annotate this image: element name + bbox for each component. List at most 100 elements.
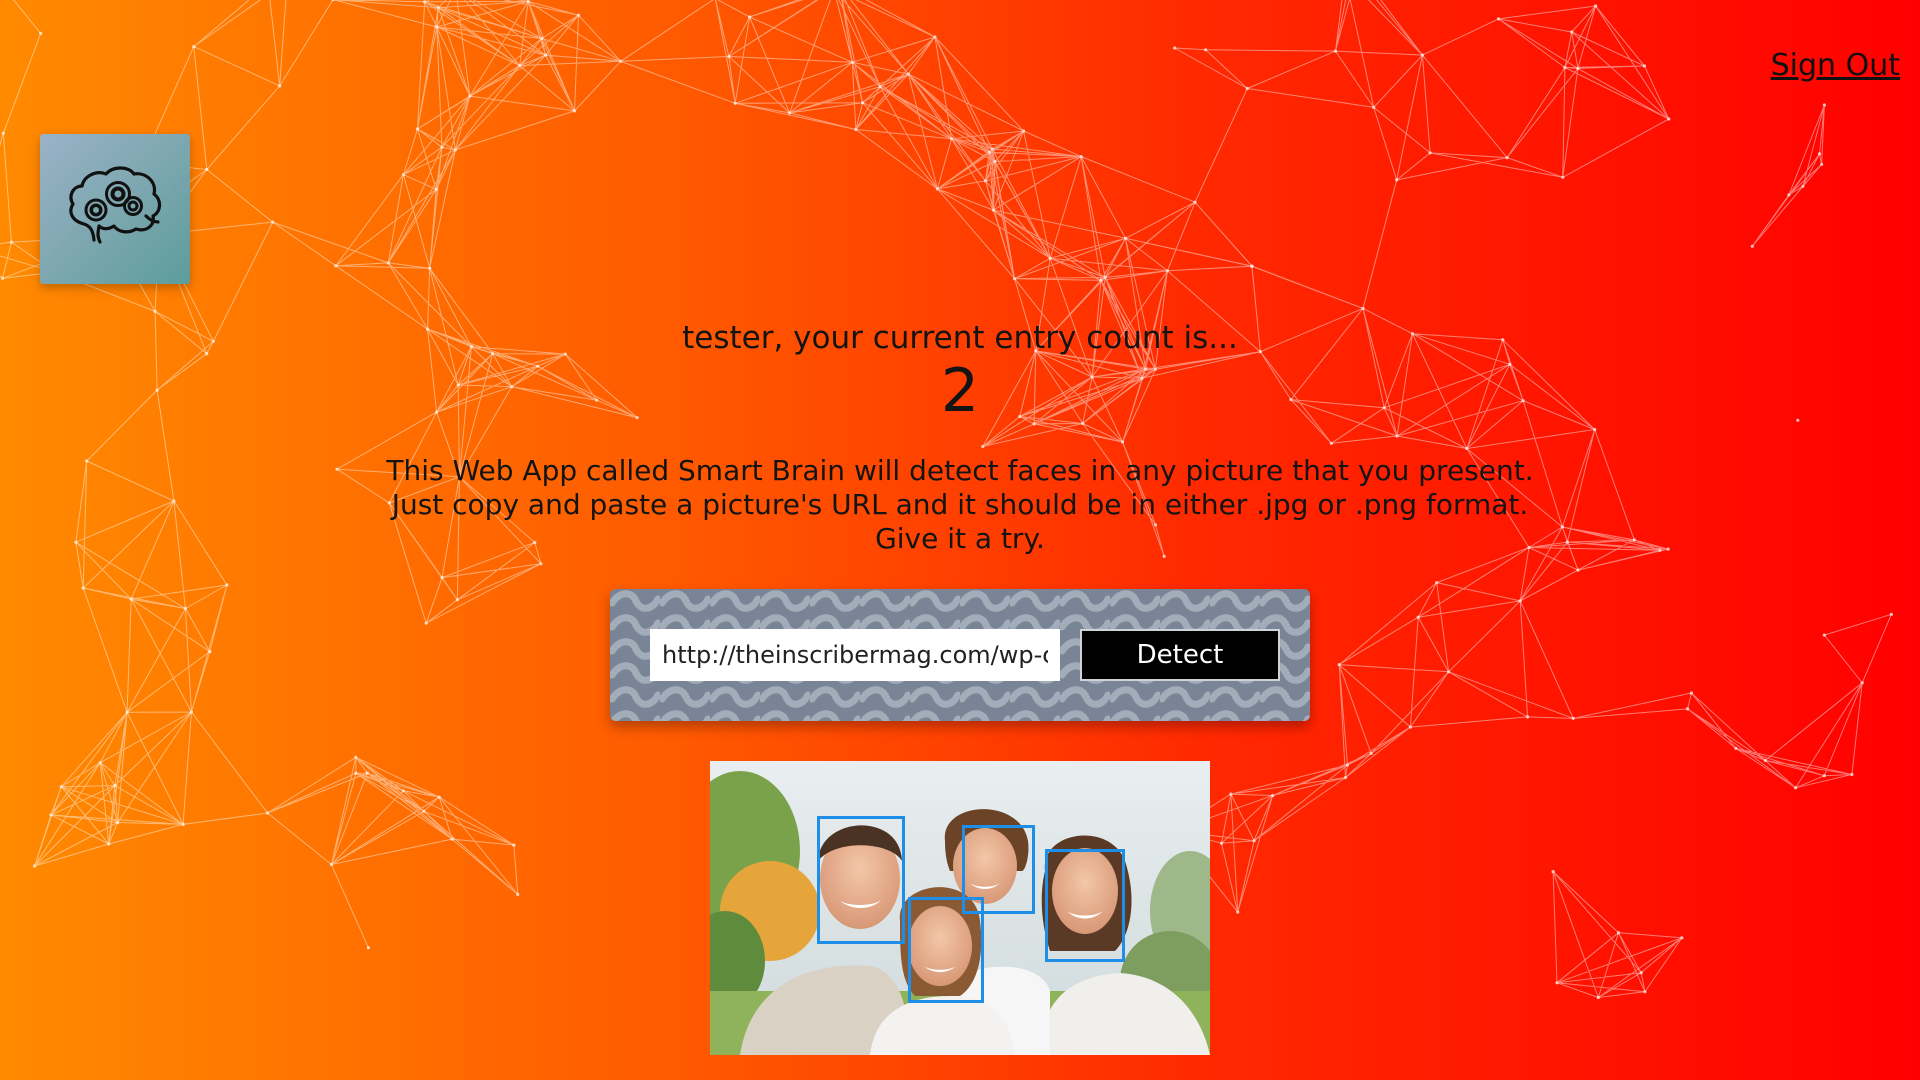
network-node xyxy=(116,820,120,825)
network-node xyxy=(854,127,858,132)
network-node xyxy=(878,85,882,89)
network-node xyxy=(1022,129,1026,133)
network-node xyxy=(59,785,63,789)
network-node xyxy=(225,583,229,587)
network-node xyxy=(455,598,459,602)
network-node xyxy=(81,586,85,590)
network-node xyxy=(9,240,13,244)
network-node xyxy=(1616,931,1621,935)
network-node xyxy=(271,220,275,224)
network-node xyxy=(107,842,111,846)
network-node xyxy=(153,309,157,313)
description-line: This Web App called Smart Brain will det… xyxy=(386,454,1534,487)
detect-button[interactable]: Detect xyxy=(1080,629,1280,681)
network-node xyxy=(1123,236,1128,240)
network-node xyxy=(1563,65,1567,70)
network-node xyxy=(1576,568,1580,572)
network-node xyxy=(1686,707,1690,711)
network-node xyxy=(189,710,193,714)
network-node xyxy=(208,650,212,654)
network-node xyxy=(619,59,623,63)
network-node xyxy=(1801,184,1805,188)
network-node xyxy=(1250,264,1254,268)
network-node xyxy=(1643,990,1647,994)
network-node xyxy=(540,36,544,41)
network-node xyxy=(1372,105,1376,109)
network-node xyxy=(1193,200,1197,204)
network-node xyxy=(365,771,369,775)
network-node xyxy=(1822,103,1826,107)
network-node xyxy=(727,54,731,59)
network-node xyxy=(1,131,5,135)
sign-out-link[interactable]: Sign Out xyxy=(1771,48,1900,83)
network-node xyxy=(1079,155,1083,159)
network-node xyxy=(435,25,439,29)
network-node xyxy=(1860,681,1864,685)
network-node xyxy=(125,710,129,714)
network-node xyxy=(1734,746,1738,751)
network-node xyxy=(428,266,432,270)
network-node xyxy=(440,576,444,580)
network-node xyxy=(415,127,420,131)
network-node xyxy=(386,261,390,265)
network-node xyxy=(265,811,270,815)
network-node xyxy=(440,145,444,149)
network-node xyxy=(539,562,543,566)
network-node xyxy=(1236,910,1240,914)
input-image xyxy=(710,761,1210,1055)
network-node xyxy=(850,60,854,64)
network-node xyxy=(401,789,405,793)
network-node xyxy=(1505,156,1509,160)
network-node xyxy=(129,597,133,601)
network-node xyxy=(516,892,520,897)
network-node xyxy=(1250,264,1254,268)
network-node xyxy=(1013,277,1017,281)
network-node xyxy=(991,208,996,212)
network-node xyxy=(1551,870,1555,874)
network-node xyxy=(544,53,548,57)
network-node xyxy=(1596,995,1600,1000)
network-node xyxy=(1465,446,1469,451)
face-bounding-box xyxy=(817,816,905,944)
network-node xyxy=(1642,64,1647,68)
image-url-input[interactable] xyxy=(650,629,1060,681)
network-node xyxy=(453,148,457,152)
network-node xyxy=(1420,53,1424,57)
entry-greeting: tester, your current entry count is... xyxy=(682,320,1238,356)
network-node xyxy=(278,84,282,88)
image-link-form: Detect xyxy=(610,589,1310,721)
network-node xyxy=(512,843,516,847)
network-node xyxy=(993,159,997,164)
network-node xyxy=(436,6,440,10)
network-node xyxy=(1689,691,1693,695)
network-node xyxy=(981,444,985,449)
network-node xyxy=(572,109,577,113)
network-node xyxy=(192,45,196,49)
face-bounding-box xyxy=(908,897,984,1003)
network-node xyxy=(450,837,454,841)
network-node xyxy=(354,755,358,759)
network-node xyxy=(1048,256,1052,260)
network-node xyxy=(468,94,472,98)
network-node xyxy=(39,31,43,35)
network-node xyxy=(49,813,53,817)
network-node xyxy=(933,35,937,39)
network-node xyxy=(526,0,530,3)
logo[interactable] xyxy=(40,134,190,284)
network-node xyxy=(331,0,335,2)
network-node xyxy=(33,864,37,868)
network-node xyxy=(181,822,185,827)
network-node xyxy=(1173,46,1177,50)
network-node xyxy=(329,862,333,867)
network-node xyxy=(1822,633,1826,637)
network-node xyxy=(1889,612,1893,616)
network-node xyxy=(1822,774,1826,778)
network-node xyxy=(1526,715,1530,719)
network-node xyxy=(1850,772,1854,777)
network-node xyxy=(1204,48,1208,52)
network-node xyxy=(1763,758,1767,763)
network-node xyxy=(1428,151,1432,155)
network-node xyxy=(1571,716,1575,721)
network-node xyxy=(1817,152,1822,156)
network-node xyxy=(1555,981,1559,985)
